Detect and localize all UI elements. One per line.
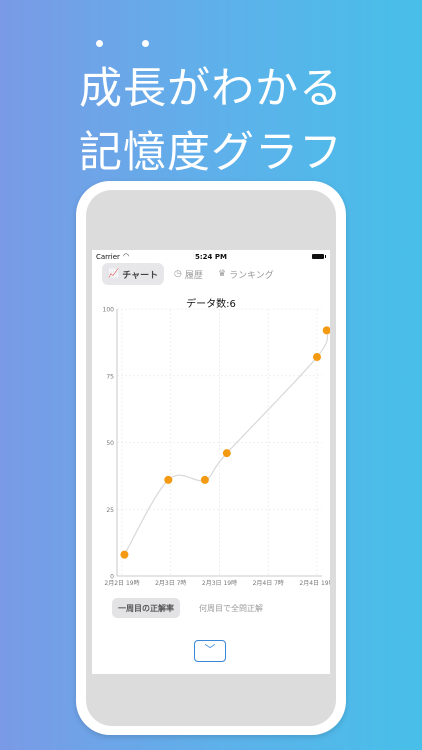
first-round-accuracy-button[interactable]: 一周目の正解率 <box>112 598 180 618</box>
y-tick-label: 100 <box>103 307 115 314</box>
x-tick-label: 2月3日 19時 <box>202 579 237 587</box>
y-tick-label: 50 <box>106 440 114 447</box>
y-tick-label: 25 <box>106 507 114 514</box>
tab-ranking[interactable]: ♛ ランキング <box>218 263 274 285</box>
memory-chart: 02550751002月2日 19時 2月3日 7時 2月3日 19時 2月4日 7時… <box>103 307 330 587</box>
data-point <box>120 550 129 559</box>
x-tick-label: 2月4日 7時 <box>253 579 284 587</box>
tab-history-label: 履歴 <box>184 270 203 281</box>
headline-line-2: 記憶度グラフ <box>79 128 343 178</box>
emphasis-dot <box>142 40 149 47</box>
status-time: 5:24 PM <box>195 253 227 261</box>
data-point <box>164 475 173 484</box>
x-tick-label: 2月4日 19時 <box>299 579 330 587</box>
status-bar: Carrier ◠ 5:24 PM <box>92 250 330 264</box>
x-tick-label: 2月3日 7時 <box>155 579 186 587</box>
tab-chart[interactable]: 📈 チャート <box>102 263 165 285</box>
x-tick-label: 2月2日 19時 <box>104 579 139 587</box>
crown-icon: ♛ <box>218 269 227 279</box>
app-screen: Carrier ◠ 5:24 PM 📈 チャート ◷ 履歴 ♛ ランキング デー… <box>92 250 330 674</box>
y-tick-label: 75 <box>106 373 114 380</box>
clock-icon: ◷ <box>174 269 182 279</box>
tab-history[interactable]: ◷ 履歴 <box>174 263 203 285</box>
emphasis-dot <box>96 40 103 47</box>
rounds-to-full-correct-option[interactable]: 何周目で全問正解 <box>199 603 263 614</box>
data-point <box>313 353 321 362</box>
data-point <box>200 475 209 484</box>
collapse-toggle-button[interactable]: ﹀ <box>194 640 226 662</box>
data-point <box>322 326 330 335</box>
data-point <box>222 449 231 458</box>
tab-ranking-label: ランキング <box>229 270 274 281</box>
headline-line-1: 成長がわかる <box>79 64 343 114</box>
chart-icon: 📈 <box>108 269 120 279</box>
battery-icon <box>312 254 326 259</box>
tab-chart-label: チャート <box>122 270 159 281</box>
